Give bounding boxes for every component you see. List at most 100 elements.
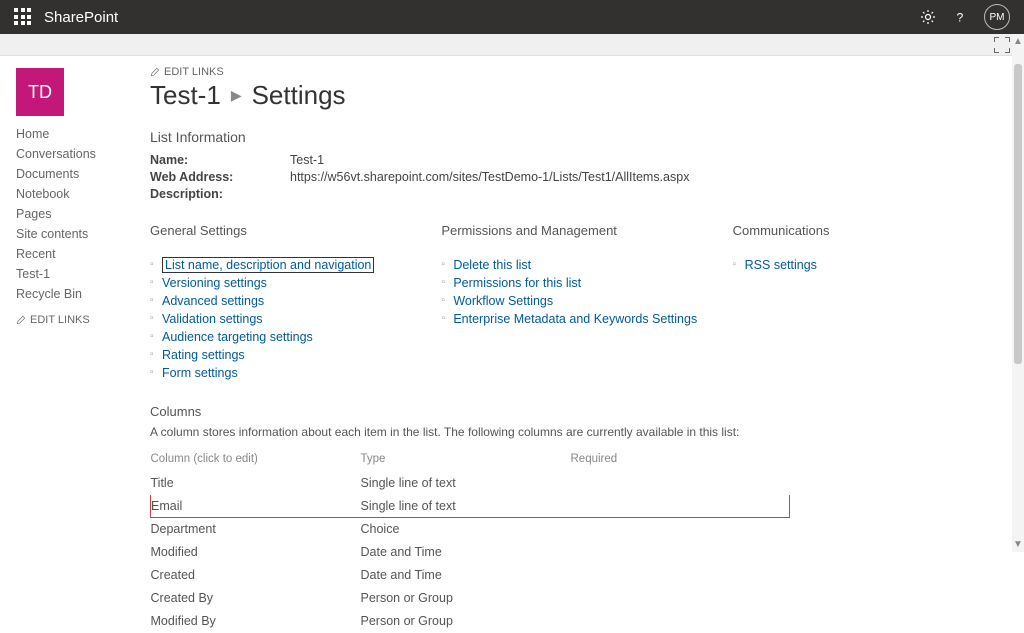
table-cell[interactable]: Created By — [151, 587, 361, 610]
settings-link[interactable]: Enterprise Metadata and Keywords Setting… — [441, 310, 712, 328]
breadcrumb-site[interactable]: Test-1 — [150, 80, 221, 111]
help-icon[interactable]: ? — [944, 1, 976, 33]
product-name[interactable]: SharePoint — [44, 9, 118, 26]
columns-table: Column (click to edit) Type Required Tit… — [150, 449, 790, 633]
settings-link[interactable]: RSS settings — [733, 256, 1004, 274]
table-row[interactable]: DepartmentChoice — [151, 518, 790, 541]
settings-link[interactable]: Audience targeting settings — [150, 328, 421, 346]
general-settings-heading: General Settings — [150, 223, 421, 238]
app-launcher-icon[interactable] — [14, 8, 32, 26]
table-cell[interactable]: Modified — [151, 541, 361, 564]
settings-gear-icon[interactable] — [912, 1, 944, 33]
table-cell[interactable]: Email — [151, 495, 361, 518]
address-value: https://w56vt.sharepoint.com/sites/TestD… — [290, 170, 689, 184]
nav-item[interactable]: Site contents — [16, 224, 150, 244]
settings-link[interactable]: Versioning settings — [150, 274, 421, 292]
nav-item[interactable]: Test-1 — [16, 264, 150, 284]
table-cell[interactable]: Person or Group — [361, 610, 571, 633]
table-cell[interactable] — [571, 541, 790, 564]
settings-link[interactable]: Workflow Settings — [441, 292, 712, 310]
svg-text:?: ? — [957, 10, 964, 24]
table-cell[interactable]: Title — [151, 472, 361, 495]
left-nav: TD HomeConversationsDocumentsNotebookPag… — [0, 56, 150, 633]
table-cell[interactable]: Choice — [361, 518, 571, 541]
settings-link[interactable]: List name, description and navigation — [150, 256, 421, 274]
table-row[interactable]: EmailSingle line of text — [151, 495, 790, 518]
table-cell[interactable]: Single line of text — [361, 472, 571, 495]
name-label: Name: — [150, 153, 290, 167]
list-info-heading: List Information — [150, 129, 1004, 145]
communications-heading: Communications — [733, 223, 1004, 238]
columns-header-name: Column (click to edit) — [151, 449, 361, 472]
permissions-link-list: Delete this listPermissions for this lis… — [441, 256, 712, 328]
scroll-thumb[interactable] — [1014, 64, 1022, 364]
vertical-scrollbar[interactable]: ▲ ▼ — [1012, 34, 1024, 552]
site-logo[interactable]: TD — [16, 68, 64, 116]
columns-section: Columns A column stores information abou… — [150, 404, 1004, 633]
nav-item[interactable]: Recent — [16, 244, 150, 264]
columns-table-body: TitleSingle line of textEmailSingle line… — [151, 472, 790, 633]
settings-link[interactable]: Rating settings — [150, 346, 421, 364]
settings-link[interactable]: Advanced settings — [150, 292, 421, 310]
nav-item[interactable]: Pages — [16, 204, 150, 224]
breadcrumb-page: Settings — [252, 80, 346, 111]
table-cell[interactable]: Date and Time — [361, 564, 571, 587]
edit-links-button-top[interactable]: EDIT LINKS — [150, 66, 1004, 78]
table-row[interactable]: Created ByPerson or Group — [151, 587, 790, 610]
breadcrumb: Test-1 ▶ Settings — [150, 80, 1004, 111]
settings-link[interactable]: Permissions for this list — [441, 274, 712, 292]
permissions-column: Permissions and Management Delete this l… — [441, 223, 712, 382]
table-cell[interactable]: Department — [151, 518, 361, 541]
main-content: EDIT LINKS Test-1 ▶ Settings List Inform… — [150, 56, 1024, 633]
columns-intro: A column stores information about each i… — [150, 425, 1004, 439]
table-cell[interactable] — [571, 472, 790, 495]
table-cell[interactable]: Single line of text — [361, 495, 571, 518]
address-label: Web Address: — [150, 170, 290, 184]
nav-link-list: HomeConversationsDocumentsNotebookPagesS… — [16, 124, 150, 304]
nav-item[interactable]: Recycle Bin — [16, 284, 150, 304]
nav-item[interactable]: Notebook — [16, 184, 150, 204]
table-row[interactable]: CreatedDate and Time — [151, 564, 790, 587]
pencil-icon — [150, 67, 160, 77]
table-cell[interactable]: Date and Time — [361, 541, 571, 564]
permissions-heading: Permissions and Management — [441, 223, 712, 238]
table-row[interactable]: TitleSingle line of text — [151, 472, 790, 495]
description-label: Description: — [150, 187, 290, 201]
nav-item[interactable]: Home — [16, 124, 150, 144]
table-cell[interactable]: Person or Group — [361, 587, 571, 610]
table-row[interactable]: Modified ByPerson or Group — [151, 610, 790, 633]
nav-item[interactable]: Conversations — [16, 144, 150, 164]
communications-column: Communications RSS settings — [733, 223, 1004, 382]
ribbon-bar — [0, 34, 1024, 56]
columns-header-type: Type — [361, 449, 571, 472]
communications-link-list: RSS settings — [733, 256, 1004, 274]
settings-link[interactable]: Validation settings — [150, 310, 421, 328]
general-settings-column: General Settings List name, description … — [150, 223, 421, 382]
suite-bar: SharePoint ? PM — [0, 0, 1024, 34]
name-value: Test-1 — [290, 153, 324, 167]
nav-item[interactable]: Documents — [16, 164, 150, 184]
table-cell[interactable]: Modified By — [151, 610, 361, 633]
edit-links-button-sidebar[interactable]: EDIT LINKS — [16, 314, 150, 326]
columns-header-required: Required — [571, 449, 790, 472]
general-link-list: List name, description and navigationVer… — [150, 256, 421, 382]
table-cell[interactable] — [571, 587, 790, 610]
pencil-icon — [16, 315, 26, 325]
table-cell[interactable] — [571, 610, 790, 633]
table-row[interactable]: ModifiedDate and Time — [151, 541, 790, 564]
scroll-down-arrow[interactable]: ▼ — [1012, 539, 1024, 550]
settings-link[interactable]: Delete this list — [441, 256, 712, 274]
columns-heading: Columns — [150, 404, 1004, 419]
settings-link[interactable]: Form settings — [150, 364, 421, 382]
chevron-right-icon: ▶ — [231, 87, 242, 104]
table-cell[interactable]: Created — [151, 564, 361, 587]
settings-grid: General Settings List name, description … — [150, 223, 1004, 382]
table-cell[interactable] — [571, 495, 790, 518]
user-avatar[interactable]: PM — [984, 4, 1010, 30]
table-cell[interactable] — [571, 518, 790, 541]
table-cell[interactable] — [571, 564, 790, 587]
scroll-up-arrow[interactable]: ▲ — [1012, 36, 1024, 47]
list-information-section: List Information Name: Test-1 Web Addres… — [150, 129, 1004, 201]
focus-content-icon[interactable] — [994, 37, 1010, 53]
avatar-initials: PM — [990, 12, 1005, 23]
